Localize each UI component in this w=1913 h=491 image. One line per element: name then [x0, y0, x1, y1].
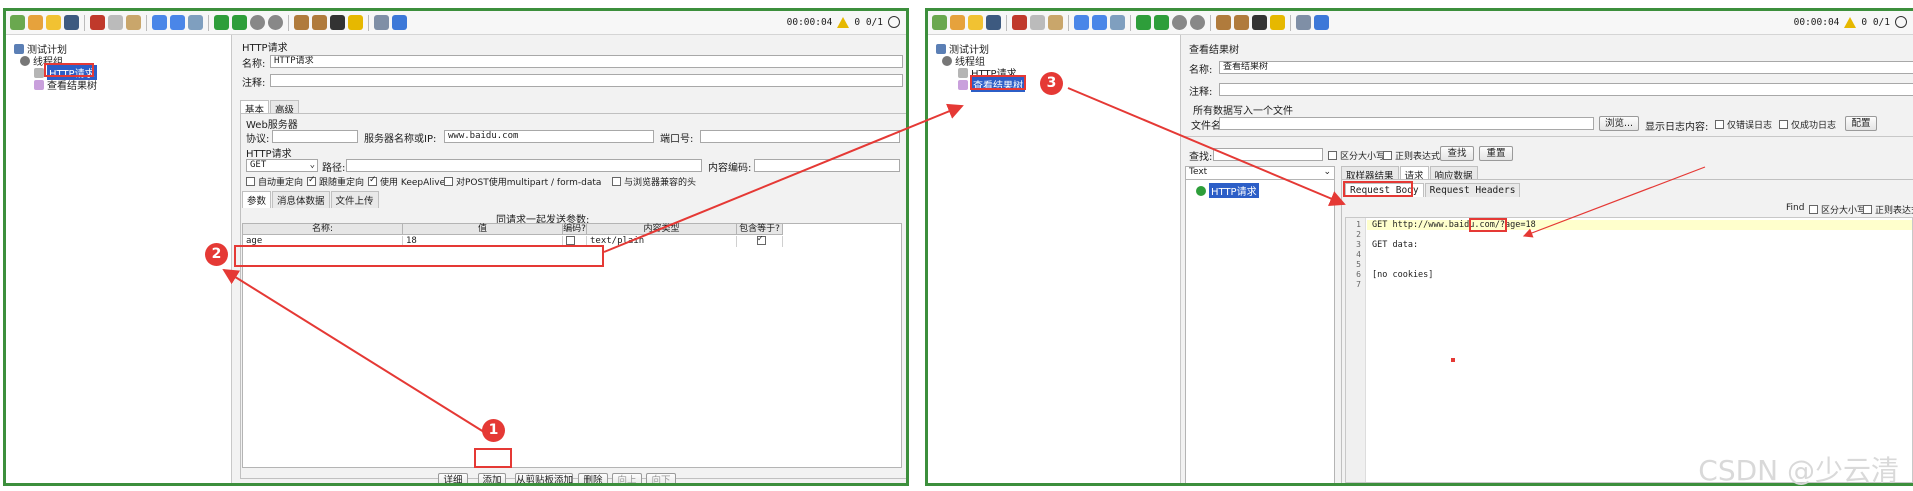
- arrow-2-to-3: [603, 103, 964, 253]
- arrow-3-to-body: [1067, 87, 1346, 206]
- arrow-1-to-2: [222, 268, 485, 433]
- watermark: CSDN @少云清: [1698, 454, 1899, 487]
- annotation-arrows: [222, 87, 1706, 433]
- step-badge-1: 1: [482, 419, 505, 442]
- step-badge-3: 3: [1040, 72, 1063, 95]
- step-badge-2: 2: [205, 243, 228, 266]
- arrow-to-query: [1522, 166, 1706, 238]
